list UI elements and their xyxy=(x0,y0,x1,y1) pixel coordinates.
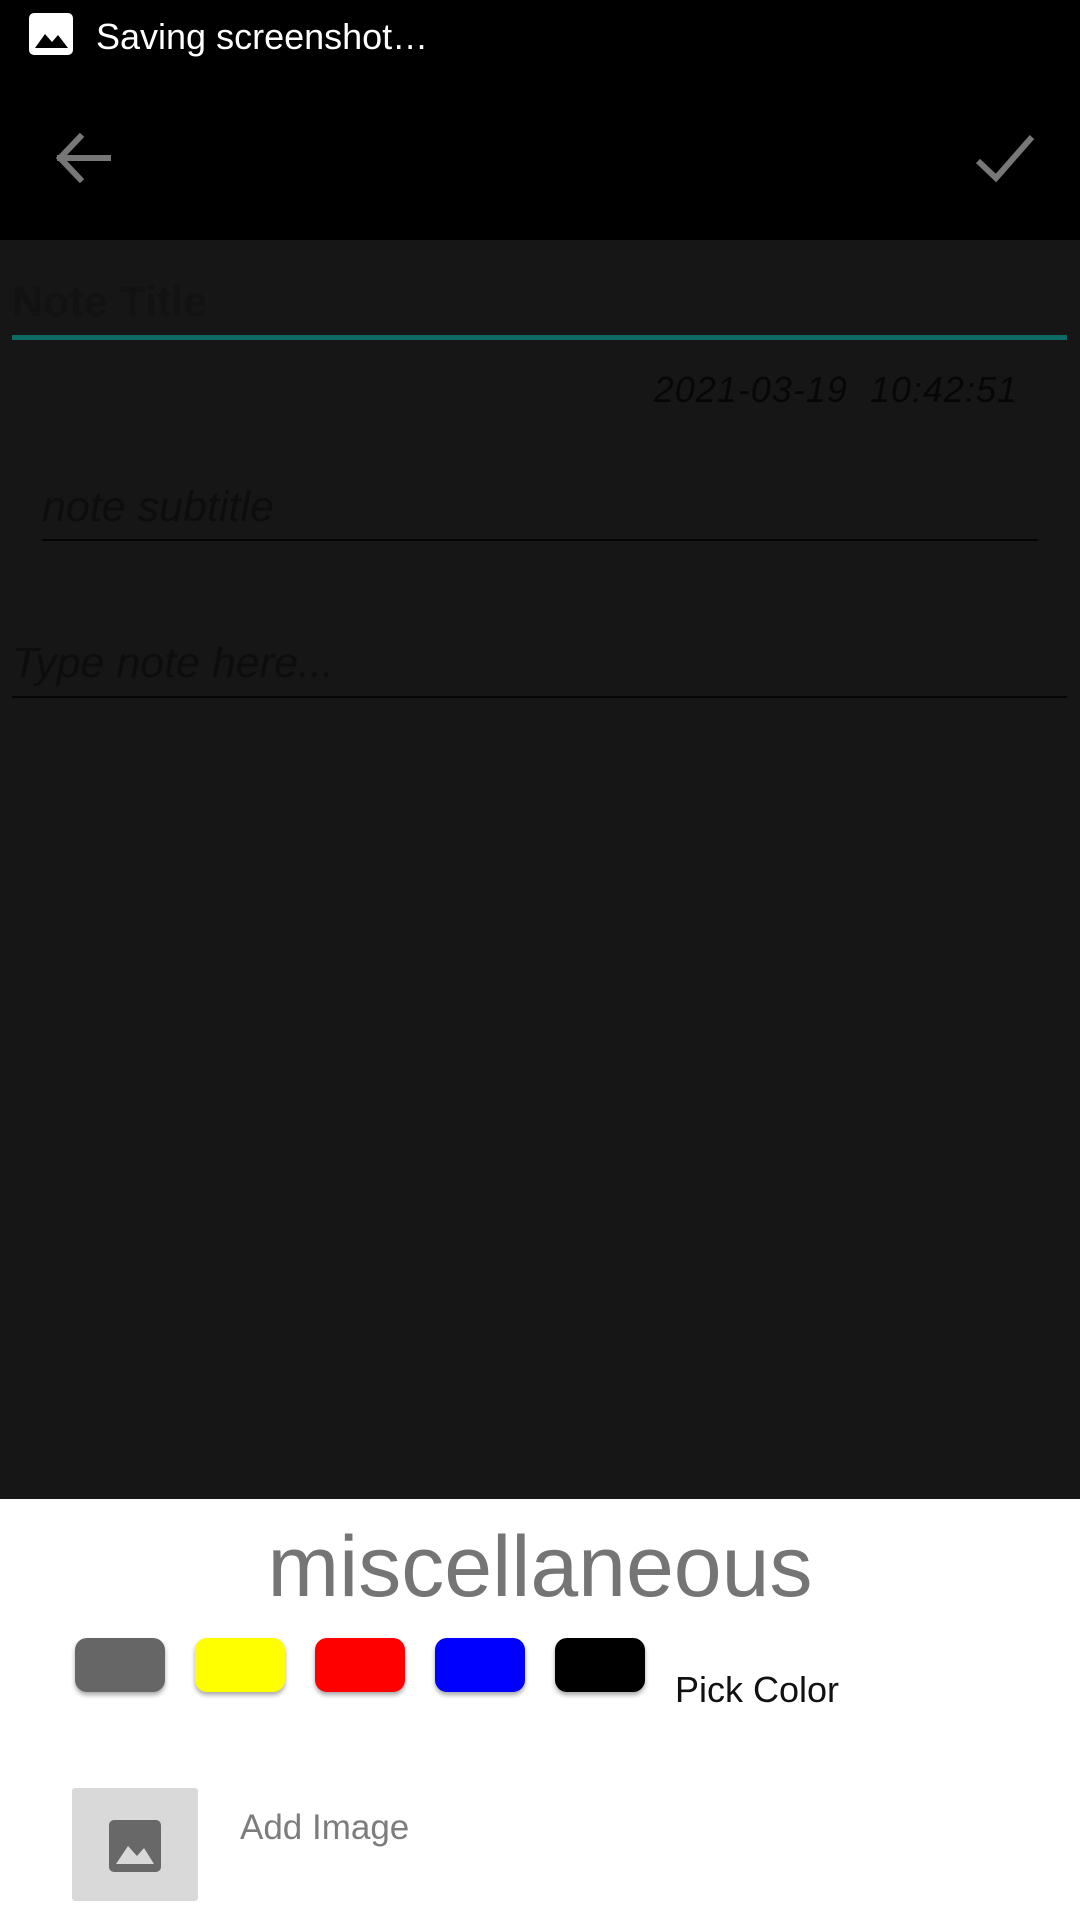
notification-text: Saving screenshot… xyxy=(96,16,429,57)
add-image-button[interactable] xyxy=(72,1788,198,1901)
add-image-label[interactable]: Add Image xyxy=(240,1805,409,1851)
toolbar xyxy=(0,75,1080,240)
image-icon xyxy=(29,13,73,55)
note-title-input[interactable]: Note Title xyxy=(12,270,1067,340)
bottom-sheet: miscellaneous Pick Color Add Image xyxy=(0,1499,1080,1920)
status-bar: Saving screenshot… xyxy=(0,0,1080,75)
note-datetime: 2021-03-19 10:42:51 xyxy=(653,369,1018,410)
color-swatch-blue[interactable] xyxy=(435,1638,525,1692)
color-swatch-yellow[interactable] xyxy=(195,1638,285,1692)
note-text-input[interactable]: Type note here... xyxy=(12,630,1067,698)
color-swatch-black[interactable] xyxy=(555,1638,645,1692)
pick-color-button[interactable]: Pick Color xyxy=(675,1667,839,1713)
color-swatch-red[interactable] xyxy=(315,1638,405,1692)
color-swatch-gray[interactable] xyxy=(75,1638,165,1692)
note-subtitle-input[interactable]: note subtitle xyxy=(42,475,1038,541)
check-icon[interactable] xyxy=(970,123,1040,193)
category-title: miscellaneous xyxy=(267,1519,813,1615)
image-icon xyxy=(109,1820,161,1872)
arrow-back-icon[interactable] xyxy=(48,123,118,193)
